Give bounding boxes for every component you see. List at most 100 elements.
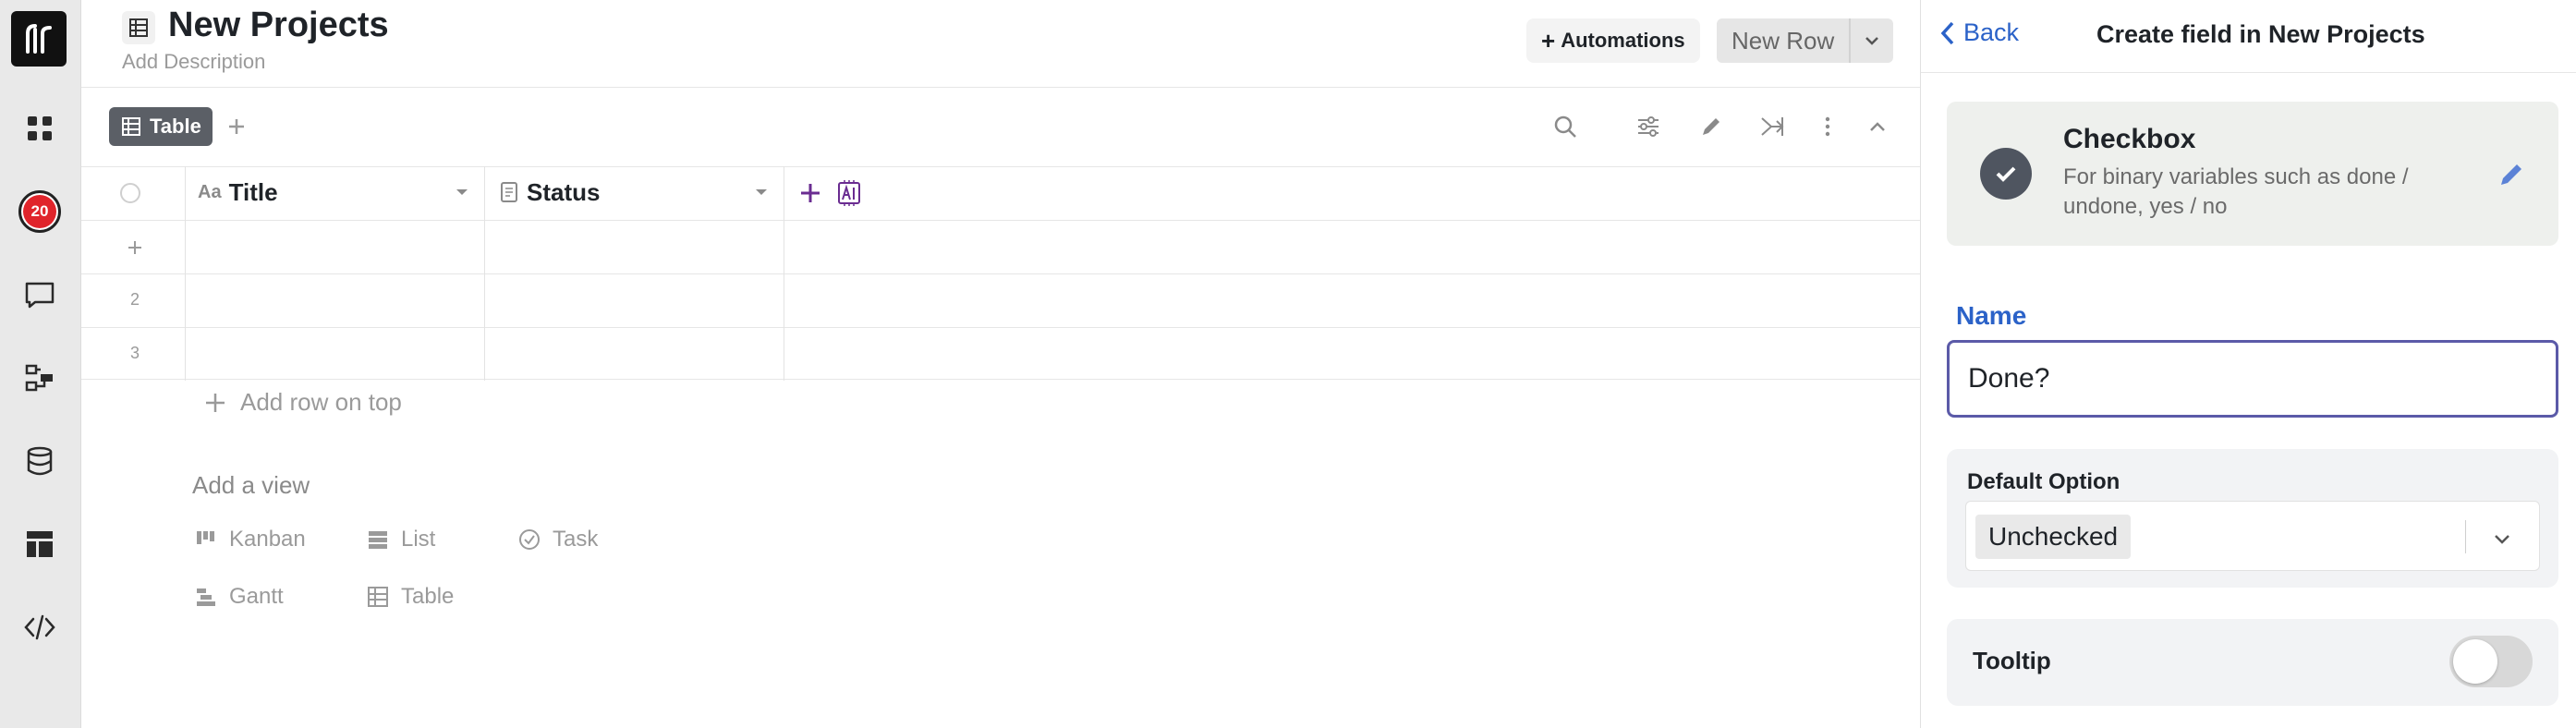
view-option-label: Gantt — [229, 584, 284, 609]
workflow-icon — [25, 364, 53, 392]
field-type-name: Checkbox — [2063, 124, 2196, 154]
select-all-checkbox[interactable] — [120, 183, 140, 203]
view-option-task[interactable]: Task — [517, 527, 598, 552]
table-icon — [368, 587, 388, 607]
filter-settings-button[interactable] — [1630, 107, 1667, 146]
chat-icon — [25, 282, 55, 309]
ai-chip-icon — [838, 180, 860, 206]
app-window: 20 New Projects Add Description + Automa… — [0, 0, 2576, 728]
toggle-knob — [2453, 639, 2497, 684]
column-label: Status — [527, 177, 601, 206]
select-dropdown-toggle[interactable] — [2485, 522, 2519, 555]
grid-column-border — [185, 166, 186, 381]
grid-top-border — [81, 166, 1920, 167]
add-a-view-heading: Add a view — [192, 471, 310, 499]
new-row-button[interactable]: New Row — [1717, 18, 1850, 63]
rail-notifications-button[interactable]: 20 — [13, 185, 67, 238]
rail-chat-button[interactable] — [13, 268, 67, 322]
table-icon — [122, 117, 140, 136]
notification-count: 20 — [23, 195, 56, 228]
tooltip-label: Tooltip — [1973, 647, 2051, 674]
column-header-title[interactable]: Aa Title — [198, 176, 278, 209]
panel-title: Create field in New Projects — [2096, 20, 2425, 48]
row-number: 3 — [129, 344, 140, 362]
search-icon — [1554, 115, 1576, 138]
create-field-panel: Back Create field in New Projects Checkb… — [1920, 0, 2576, 728]
plus-icon — [206, 393, 225, 412]
rail-dashboards-button[interactable] — [13, 517, 67, 571]
tooltip-section: Tooltip — [1947, 619, 2558, 706]
page-title[interactable]: New Projects — [168, 6, 389, 45]
default-option-section: Default Option Unchecked — [1947, 449, 2558, 588]
automations-label: Automations — [1561, 29, 1685, 52]
rail-database-button[interactable] — [13, 434, 67, 488]
caret-down-icon — [756, 189, 767, 195]
edit-button[interactable] — [1693, 107, 1730, 146]
default-option-value: Unchecked — [1975, 515, 2132, 559]
field-type-description: For binary variables such as done / undo… — [2063, 164, 2409, 219]
collapse-button[interactable] — [1859, 107, 1896, 146]
add-row-inline-button[interactable] — [122, 235, 148, 261]
view-option-table[interactable]: Table — [366, 584, 454, 610]
checkbox-type-icon — [1980, 148, 2032, 200]
table-type-icon — [122, 11, 155, 44]
more-options-button[interactable] — [1809, 107, 1846, 146]
grid-header-border — [81, 220, 1920, 221]
back-button[interactable]: Back — [1938, 18, 2019, 47]
change-field-type-button[interactable] — [2492, 153, 2533, 194]
chevron-up-icon — [1870, 122, 1885, 131]
document-icon — [501, 182, 517, 202]
plus-icon — [229, 119, 244, 134]
table-icon — [129, 18, 148, 37]
back-label: Back — [1963, 18, 2020, 46]
default-option-select[interactable]: Unchecked — [1965, 501, 2540, 571]
new-row-dropdown-button[interactable] — [1849, 18, 1894, 63]
view-option-kanban[interactable]: Kanban — [194, 527, 306, 552]
column-header-status[interactable]: Status — [499, 176, 600, 209]
logo-icon — [26, 24, 52, 54]
ai-column-button[interactable] — [835, 179, 863, 207]
add-column-button[interactable] — [796, 179, 824, 207]
grid-column-border — [484, 166, 485, 381]
app-logo[interactable] — [11, 11, 67, 67]
rail-workflows-button[interactable] — [13, 351, 67, 405]
new-row-split-button: New Row — [1717, 18, 1894, 63]
view-tab-table[interactable]: Table — [109, 107, 213, 146]
code-icon — [24, 614, 55, 640]
add-view-button[interactable] — [218, 107, 255, 146]
column-label: Title — [228, 177, 278, 206]
column-title-menu[interactable] — [453, 183, 471, 201]
export-button[interactable] — [1754, 107, 1791, 146]
default-option-label: Default Option — [1967, 469, 2120, 494]
view-option-label: Kanban — [229, 527, 306, 552]
field-name-input[interactable] — [1947, 340, 2558, 418]
pencil-icon — [2501, 164, 2521, 185]
header-divider — [81, 87, 1920, 88]
list-icon — [369, 531, 387, 549]
add-row-on-top-button[interactable]: Add row on top — [203, 388, 402, 417]
plus-icon — [128, 241, 141, 254]
plus-icon: + — [1541, 26, 1556, 55]
plus-icon — [801, 184, 820, 202]
field-type-card[interactable]: Checkbox For binary variables such as do… — [1947, 102, 2558, 246]
grid-row-border — [81, 327, 1920, 328]
description-placeholder[interactable]: Add Description — [122, 50, 265, 74]
caret-down-icon — [456, 189, 468, 195]
grid-row-border — [81, 273, 1920, 274]
notification-badge: 20 — [18, 190, 61, 233]
view-option-label: Table — [401, 584, 455, 609]
tooltip-toggle[interactable] — [2449, 636, 2533, 687]
text-type-icon: Aa — [198, 181, 222, 202]
rail-developer-button[interactable] — [13, 601, 67, 654]
pencil-icon — [1703, 118, 1719, 135]
main-area: New Projects Add Description + Automatio… — [81, 0, 1920, 728]
automations-button[interactable]: + Automations — [1526, 18, 1700, 63]
view-option-list[interactable]: List — [366, 527, 435, 552]
more-vertical-icon — [1825, 116, 1830, 137]
view-option-gantt[interactable]: Gantt — [194, 584, 284, 610]
column-status-menu[interactable] — [752, 183, 771, 201]
sliders-icon — [1638, 116, 1659, 137]
search-button[interactable] — [1547, 107, 1584, 146]
database-icon — [27, 446, 53, 476]
rail-apps-button[interactable] — [13, 102, 67, 155]
